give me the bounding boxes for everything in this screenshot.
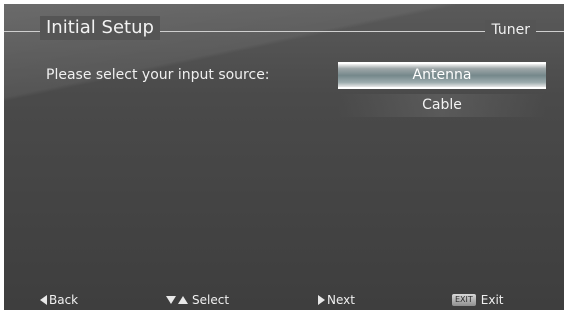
- hint-back[interactable]: Back: [40, 290, 78, 310]
- hint-next-label: Next: [327, 293, 355, 307]
- footer-hints: Back Select Next EXIT Exit: [4, 290, 564, 310]
- hint-exit[interactable]: EXIT Exit: [452, 290, 504, 310]
- hint-next[interactable]: Next: [318, 290, 355, 310]
- hint-select[interactable]: Select: [166, 290, 229, 310]
- right-arrow-icon: [318, 295, 325, 305]
- hint-back-label: Back: [49, 293, 79, 307]
- option-antenna[interactable]: Antenna: [338, 62, 546, 89]
- hint-exit-label: Exit: [480, 293, 504, 307]
- input-source-list: Antenna Cable: [338, 62, 546, 122]
- exit-key-icon: EXIT: [452, 294, 476, 306]
- left-arrow-icon: [40, 295, 47, 305]
- option-cable[interactable]: Cable: [338, 94, 546, 117]
- page-title: Initial Setup: [40, 16, 160, 40]
- up-arrow-icon: [178, 296, 188, 304]
- tv-setup-screen: Initial Setup Tuner Please select your i…: [4, 4, 564, 310]
- section-label: Tuner: [485, 20, 536, 40]
- input-source-prompt: Please select your input source:: [46, 67, 270, 83]
- down-arrow-icon: [166, 296, 176, 304]
- hint-select-label: Select: [192, 293, 230, 307]
